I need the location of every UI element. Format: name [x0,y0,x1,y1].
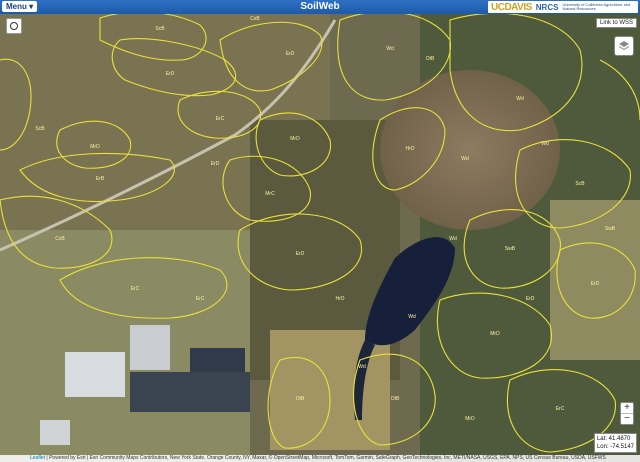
top-bar: Menu ▾ SoilWeb UCDAVIS NRCS University o… [0,0,640,14]
leaflet-link[interactable]: Leaflet [30,455,45,461]
soil-map[interactable]: ScB ErD MrD ErB Wd Wd Wd Wd Wd Wd Wd ErC… [0,0,640,462]
svg-text:MrD: MrD [290,136,300,142]
menu-button[interactable]: Menu ▾ [2,1,38,12]
longitude-readout: Lon: -74.5147 [596,444,634,450]
svg-text:Wd: Wd [449,236,457,242]
svg-text:ErD: ErD [591,281,600,287]
svg-text:Wd: Wd [358,364,366,370]
zoom-out-button[interactable]: − [621,413,633,424]
svg-text:ErC: ErC [216,116,225,122]
svg-text:ScB: ScB [35,126,45,132]
attribution-text: | Powered by Esri | Esri Community Maps … [46,455,606,461]
wss-link-button[interactable]: Link to WSS [595,18,637,28]
svg-text:HrD: HrD [336,296,345,302]
svg-text:Wd: Wd [516,96,524,102]
svg-text:SwB: SwB [505,246,516,252]
svg-text:HrD: HrD [406,146,415,152]
svg-text:ErC: ErC [196,296,205,302]
svg-text:ErD: ErD [286,51,295,57]
svg-text:Wd: Wd [408,314,416,320]
latitude-readout: Lat: 41.4870 [596,436,631,442]
svg-text:ErB: ErB [96,176,105,182]
svg-text:ErD: ErD [296,251,305,257]
svg-text:ErD: ErD [166,71,175,77]
svg-text:MrD: MrD [465,416,475,422]
zoom-in-button[interactable]: + [621,403,633,413]
svg-text:ScB: ScB [155,26,165,32]
svg-text:OtB: OtB [426,56,435,62]
target-icon [10,22,18,30]
svg-text:ScB: ScB [575,181,585,187]
greenhouse-building [65,352,125,397]
svg-text:SwB: SwB [605,226,616,232]
svg-text:ErD: ErD [211,161,220,167]
svg-text:CsB: CsB [55,236,65,242]
layers-button[interactable] [614,36,634,56]
svg-text:OtB: OtB [296,396,305,402]
nrcs-logo: NRCS [535,2,559,12]
svg-text:MrC: MrC [265,191,275,197]
ucdavis-logo: UCDAVIS [491,1,532,13]
svg-text:Wd: Wd [386,46,394,52]
map-attribution: Leaflet | Powered by Esri | Esri Communi… [0,455,640,462]
svg-text:MrD: MrD [90,144,100,150]
partner-logos: UCDAVIS NRCS University of California Ag… [488,1,638,13]
svg-text:Wd: Wd [461,156,469,162]
coordinate-readout: Lat: 41.4870 Lon: -74.5147 [593,433,637,453]
zoom-control: + − [620,402,634,425]
svg-text:ErC: ErC [556,406,565,412]
svg-text:MrD: MrD [490,331,500,337]
svg-text:Wd: Wd [541,141,549,147]
layers-icon [618,41,630,51]
locate-button[interactable] [6,18,22,34]
svg-text:ErC: ErC [131,286,140,292]
uc-anr-logo: University of California Agriculture and… [562,2,631,11]
svg-text:ErD: ErD [526,296,535,302]
svg-text:CsB: CsB [250,16,260,22]
svg-text:OtB: OtB [391,396,400,402]
